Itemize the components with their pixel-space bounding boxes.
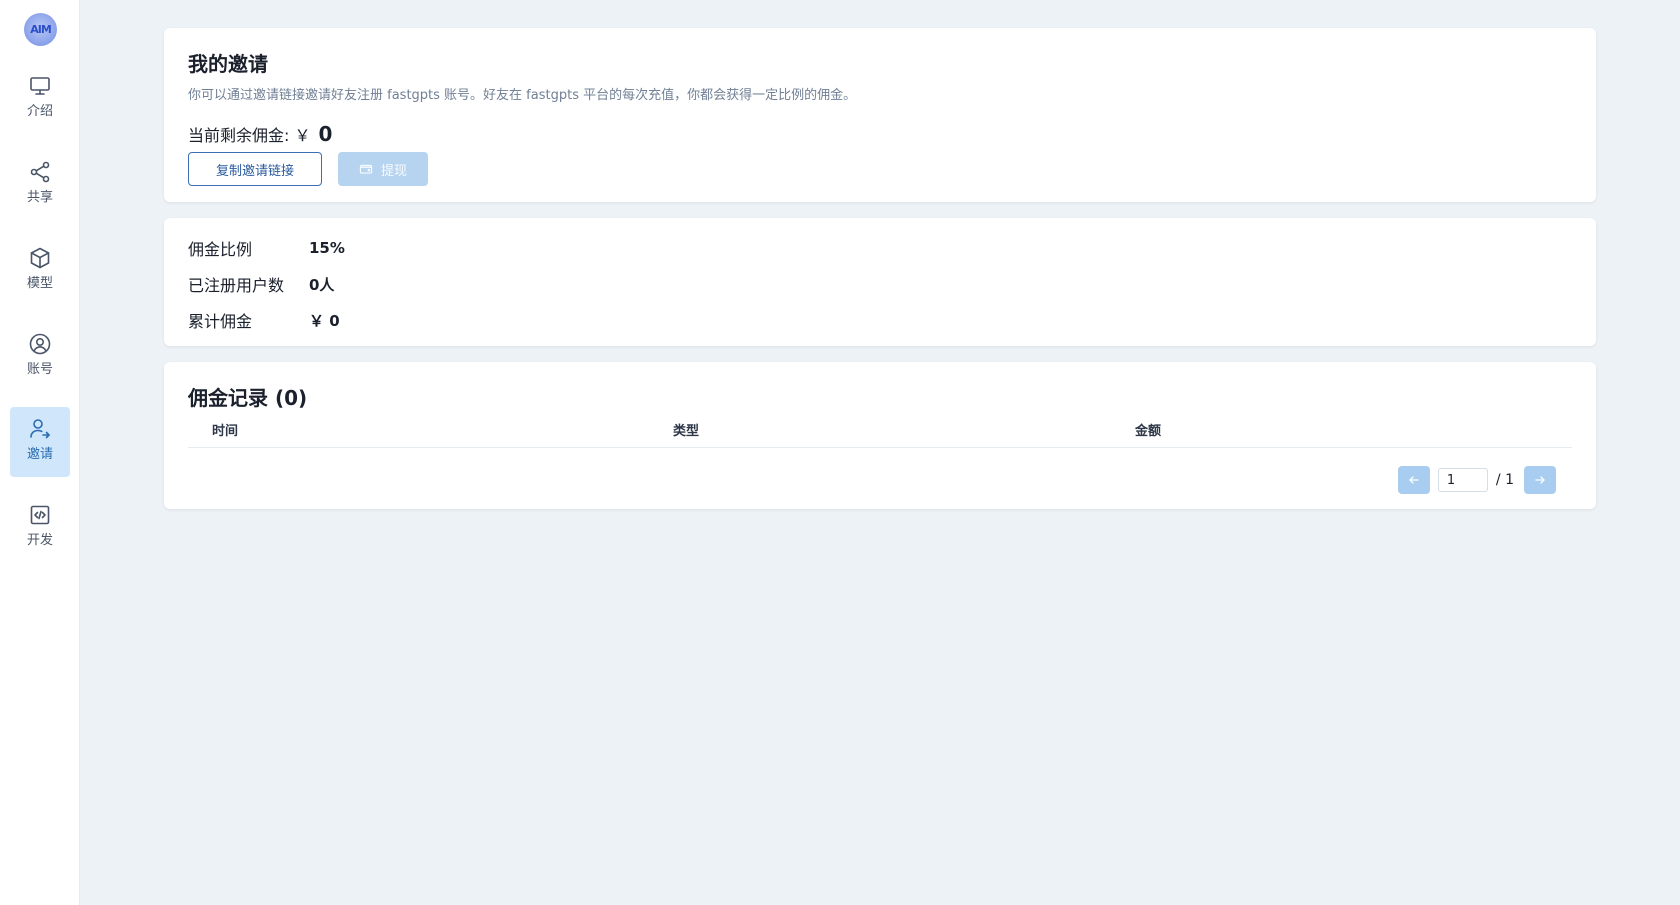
wallet-icon (359, 164, 373, 174)
balance-value: 0 (318, 122, 333, 146)
user-invite-icon (30, 419, 50, 439)
sidebar-item-label: 开发 (26, 533, 53, 548)
column-header-time: 时间 (212, 424, 239, 439)
stats-card: 佣金比例 15% 已注册用户数 0人 累计佣金 ￥ 0 (164, 218, 1596, 346)
sidebar-item-label: 模型 (26, 276, 53, 291)
pagination: / 1 (1397, 466, 1556, 494)
invite-card: 我的邀请 你可以通过邀请链接邀请好友注册 fastgpts 账号。好友在 fas… (164, 28, 1596, 202)
withdraw-label: 提现 (380, 163, 407, 179)
sidebar-item-invite[interactable]: 邀请 (10, 407, 70, 477)
stat-label: 累计佣金 (188, 312, 253, 331)
sidebar-item-intro[interactable]: 介绍 (10, 64, 70, 134)
arrow-right-icon (1535, 476, 1545, 484)
sidebar-item-model[interactable]: 模型 (10, 236, 70, 306)
stat-label: 已注册用户数 (188, 276, 285, 295)
records-table-header: 时间 类型 金额 (188, 416, 1572, 448)
stat-row-registered-users: 已注册用户数 0人 (188, 272, 334, 296)
column-header-type: 类型 (673, 424, 700, 439)
share-icon (30, 161, 50, 183)
balance-label: 当前剩余佣金: ￥ (188, 126, 311, 145)
stat-row-total-commission: 累计佣金 ￥ 0 (188, 308, 340, 332)
sidebar-item-label: 账号 (26, 362, 53, 377)
column-header-amount: 金额 (1135, 424, 1162, 439)
invite-title: 我的邀请 (188, 52, 268, 76)
arrow-left-icon (1409, 476, 1419, 484)
cube-icon (30, 247, 50, 269)
logo-text: AIM (30, 23, 52, 36)
stat-label: 佣金比例 (188, 240, 253, 259)
app-logo[interactable]: AIM (24, 13, 57, 46)
sidebar-item-account[interactable]: 账号 (10, 322, 70, 392)
sidebar-item-label: 共享 (26, 190, 53, 205)
page-number-input[interactable] (1437, 468, 1488, 492)
withdraw-button[interactable]: 提现 (338, 152, 428, 186)
sidebar-item-develop[interactable]: 开发 (10, 493, 70, 563)
user-circle-icon (29, 333, 51, 355)
balance-row: 当前剩余佣金: ￥ 0 (188, 122, 332, 146)
invite-description: 你可以通过邀请链接邀请好友注册 fastgpts 账号。好友在 fastgpts… (188, 88, 857, 103)
sidebar-item-label: 介绍 (26, 104, 53, 119)
page-total: / 1 (1495, 472, 1514, 488)
next-page-button[interactable] (1524, 466, 1556, 494)
sidebar-item-share[interactable]: 共享 (10, 150, 70, 220)
records-title: 佣金记录 (0) (188, 386, 308, 410)
stat-row-commission-rate: 佣金比例 15% (188, 236, 345, 260)
monitor-icon (30, 77, 50, 95)
copy-invite-link-button[interactable]: 复制邀请链接 (188, 152, 322, 186)
stat-value: 0人 (309, 275, 335, 294)
stat-value: ￥ 0 (309, 311, 340, 330)
code-icon (30, 505, 50, 525)
stat-value: 15% (309, 239, 345, 257)
records-card: 佣金记录 (0) 时间 类型 金额 / 1 (164, 362, 1596, 509)
sidebar: AIM 介绍 共享 模型 账号 邀请 开发 (0, 0, 80, 905)
prev-page-button[interactable] (1397, 466, 1430, 494)
sidebar-item-label: 邀请 (26, 447, 53, 462)
